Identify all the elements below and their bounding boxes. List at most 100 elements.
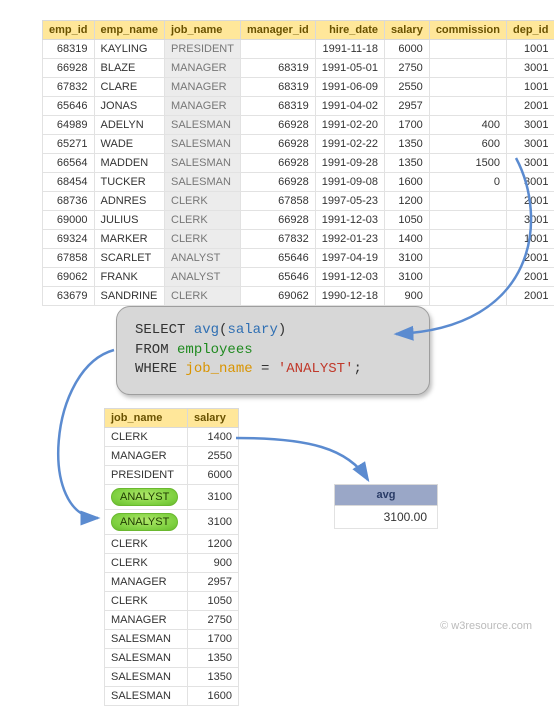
cell-job-name: CLERK <box>105 535 188 554</box>
cell: 2001 <box>507 268 554 287</box>
cell: 1991-05-01 <box>315 59 384 78</box>
cell <box>429 40 506 59</box>
cell: MADDEN <box>94 154 164 173</box>
cell: CLERK <box>165 287 241 306</box>
cell: FRANK <box>94 268 164 287</box>
table-row: 65271WADESALESMAN669281991-02-2213506003… <box>43 135 554 154</box>
cell: 65646 <box>240 268 315 287</box>
cell: 1997-04-19 <box>315 249 384 268</box>
cell: 66928 <box>240 154 315 173</box>
cell-job-name: SALESMAN <box>105 687 188 706</box>
table-row: emp_id emp_name job_name manager_id hire… <box>43 21 554 40</box>
cell-salary: 1400 <box>188 428 239 447</box>
cell: 3001 <box>507 173 554 192</box>
table-row: 68736ADNRESCLERK678581997-05-2312002001 <box>43 192 554 211</box>
sql-query-box: SELECT avg(salary) FROM employees WHERE … <box>116 306 430 395</box>
cell-salary: 1350 <box>188 649 239 668</box>
table-row: 69062FRANKANALYST656461991-12-033100 2001 <box>43 268 554 287</box>
cell: 68319 <box>240 59 315 78</box>
cell: 2001 <box>507 97 554 116</box>
cell: 68319 <box>43 40 95 59</box>
col-manager-id: manager_id <box>240 21 315 40</box>
table-row: 66928BLAZEMANAGER683191991-05-0127503001 <box>43 59 554 78</box>
cell-job-name: ANALYST <box>105 485 188 510</box>
col-commission: commission <box>429 21 506 40</box>
cell-job-name: PRESIDENT <box>105 466 188 485</box>
cell: MANAGER <box>165 78 241 97</box>
cell-job-name: MANAGER <box>105 611 188 630</box>
cell: 1400 <box>385 230 430 249</box>
cell: 600 <box>429 135 506 154</box>
kw-where: WHERE <box>135 361 185 377</box>
cell: JULIUS <box>94 211 164 230</box>
cell: 69062 <box>43 268 95 287</box>
cell: SALESMAN <box>165 173 241 192</box>
cell: 2001 <box>507 287 554 306</box>
table-row: 64989ADELYNSALESMAN669281991-02-20170040… <box>43 116 554 135</box>
cell-salary: 6000 <box>188 466 239 485</box>
table-row: 67832CLAREMANAGER683191991-06-0925501001 <box>43 78 554 97</box>
table-row: 69000JULIUSCLERK669281991-12-0310503001 <box>43 211 554 230</box>
cell <box>240 40 315 59</box>
cell: SALESMAN <box>165 135 241 154</box>
col-emp-name: emp_name <box>94 21 164 40</box>
table-row: 69324MARKERCLERK678321992-01-2314001001 <box>43 230 554 249</box>
cell: 67858 <box>43 249 95 268</box>
lit-analyst: 'ANALYST' <box>278 361 354 377</box>
cell: PRESIDENT <box>165 40 241 59</box>
cell: 1200 <box>385 192 430 211</box>
cell: 1991-12-03 <box>315 211 384 230</box>
result-table: avg 3100.00 <box>334 484 438 529</box>
arrow-mid-to-result <box>236 438 368 480</box>
cell: 1991-06-09 <box>315 78 384 97</box>
cell-salary: 2550 <box>188 447 239 466</box>
cell: 1991-02-22 <box>315 135 384 154</box>
cell: 2001 <box>507 249 554 268</box>
cell: 67858 <box>240 192 315 211</box>
employees-table: emp_id emp_name job_name manager_id hire… <box>42 20 554 306</box>
cell: 66928 <box>240 116 315 135</box>
cell: CLARE <box>94 78 164 97</box>
cell-salary: 2750 <box>188 611 239 630</box>
cell: 2957 <box>385 97 430 116</box>
cell: SCARLET <box>94 249 164 268</box>
table-row: avg <box>335 485 438 506</box>
col-avg: avg <box>335 485 438 506</box>
cell: 1050 <box>385 211 430 230</box>
cell: 65646 <box>240 249 315 268</box>
cell: 3100 <box>385 268 430 287</box>
cell: 69062 <box>240 287 315 306</box>
table-row: CLERK1400 <box>105 428 239 447</box>
col-salary: salary <box>385 21 430 40</box>
cell: 1991-11-18 <box>315 40 384 59</box>
cell: MANAGER <box>165 97 241 116</box>
cell <box>429 97 506 116</box>
cell: 3001 <box>507 116 554 135</box>
cell: 1001 <box>507 40 554 59</box>
cell: 2750 <box>385 59 430 78</box>
table-row: MANAGER2957 <box>105 573 239 592</box>
col-jobname-ref: job_name <box>185 361 252 377</box>
cell <box>429 287 506 306</box>
cell: 1991-12-03 <box>315 268 384 287</box>
semicolon: ; <box>353 361 361 377</box>
cell: ADNRES <box>94 192 164 211</box>
cell: 69324 <box>43 230 95 249</box>
cell: 63679 <box>43 287 95 306</box>
cell: 65271 <box>43 135 95 154</box>
cell: SALESMAN <box>165 116 241 135</box>
cell-salary: 1700 <box>188 630 239 649</box>
cell: 1991-09-08 <box>315 173 384 192</box>
table-row: SALESMAN1700 <box>105 630 239 649</box>
cell-job-name: ANALYST <box>105 510 188 535</box>
cell-salary: 1200 <box>188 535 239 554</box>
cell: 3001 <box>507 211 554 230</box>
cell: 3001 <box>507 154 554 173</box>
cell-salary: 900 <box>188 554 239 573</box>
cell-job-name: MANAGER <box>105 573 188 592</box>
cell <box>429 230 506 249</box>
cell: ANALYST <box>165 268 241 287</box>
cell: WADE <box>94 135 164 154</box>
cell: 400 <box>429 116 506 135</box>
cell: CLERK <box>165 192 241 211</box>
